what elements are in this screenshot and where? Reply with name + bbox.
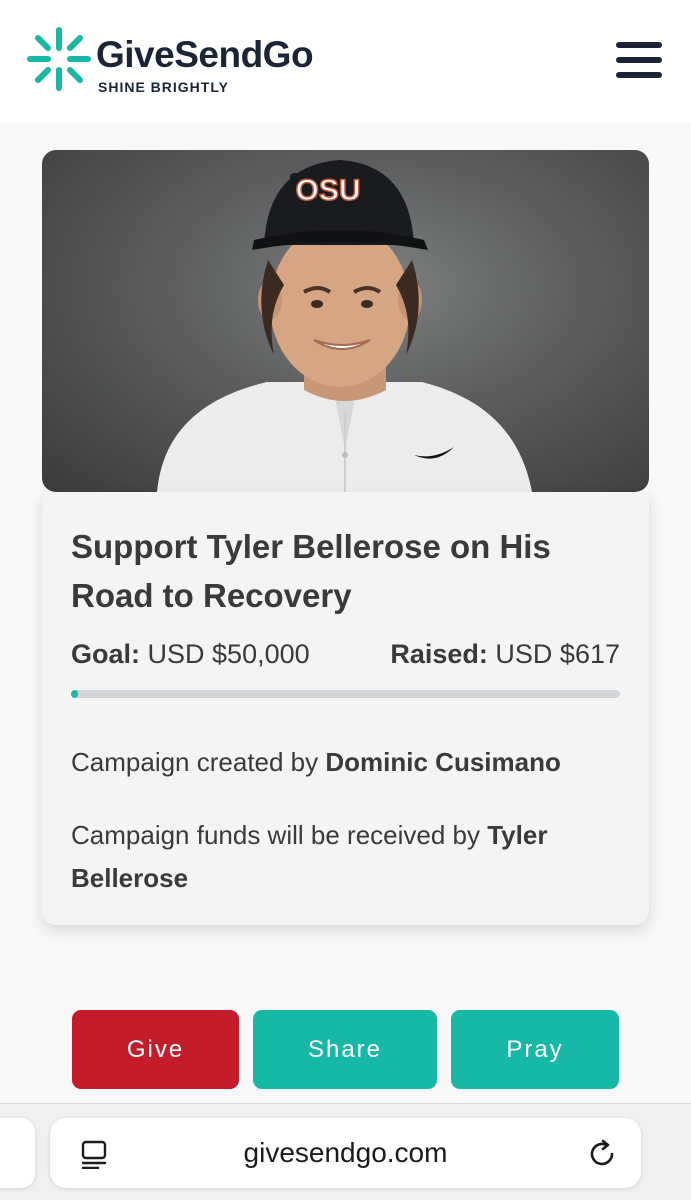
campaign-beneficiary-line: Campaign funds will be received by Tyler… (71, 814, 621, 900)
raised-label: Raised: (390, 639, 488, 669)
goal-amount: Goal: USD $50,000 (71, 638, 310, 670)
svg-text:OSU: OSU (295, 174, 360, 207)
campaign-card: Support Tyler Bellerose on His Road to R… (42, 492, 649, 925)
share-button[interactable]: Share (253, 1010, 437, 1089)
campaign-creator-line: Campaign created by Dominic Cusimano (71, 746, 631, 778)
previous-tab[interactable] (0, 1118, 35, 1188)
progress-bar (71, 690, 620, 698)
url-text: givesendgo.com (243, 1137, 448, 1168)
brand-name: GiveSendGo (96, 34, 314, 75)
progress-fill (71, 690, 78, 698)
page: GiveSendGo SHINE BRIGHTLY OSU Support Ty… (0, 0, 691, 1200)
address-bar[interactable]: givesendgo.com (50, 1118, 641, 1188)
goal-value: USD $50,000 (147, 639, 310, 669)
creator-name: Dominic Cusimano (325, 747, 561, 777)
goal-label: Goal: (71, 639, 141, 669)
browser-toolbar: givesendgo.com (0, 1103, 691, 1200)
pray-button[interactable]: Pray (451, 1010, 619, 1089)
hamburger-menu-icon[interactable] (612, 38, 664, 84)
campaign-title[interactable]: Support Tyler Bellerose on His Road to R… (71, 522, 631, 620)
brand-logo[interactable]: GiveSendGo SHINE BRIGHTLY (26, 26, 346, 98)
reload-icon[interactable] (586, 1138, 618, 1170)
starburst-icon (27, 27, 91, 91)
raised-amount: Raised: USD $617 (390, 638, 620, 670)
campaign-image: OSU (42, 150, 649, 492)
beneficiary-prefix: Campaign funds will be received by (71, 820, 480, 850)
brand-tagline: SHINE BRIGHTLY (98, 79, 229, 95)
creator-prefix: Campaign created by (71, 747, 319, 777)
give-button[interactable]: Give (72, 1010, 239, 1089)
player-photo-illustration: OSU (157, 160, 532, 492)
raised-value: USD $617 (495, 639, 620, 669)
site-header: GiveSendGo SHINE BRIGHTLY (0, 0, 691, 122)
